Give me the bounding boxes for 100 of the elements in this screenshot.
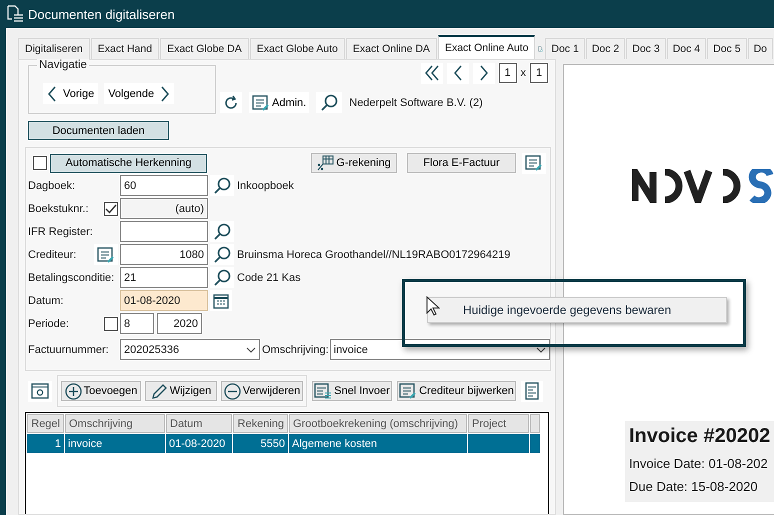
table-cell: invoice	[65, 434, 165, 453]
column-header: Grootboekrekening (omschrijving)	[289, 414, 467, 433]
tab[interactable]: Exact Online DA	[346, 38, 437, 59]
description-dropdown[interactable]: invoice	[330, 339, 550, 360]
minus-icon	[224, 382, 241, 400]
edit-creditor-button[interactable]	[94, 244, 118, 265]
column-header: Rekening	[233, 414, 288, 433]
table-cell: 01-08-2020	[166, 434, 232, 453]
tab[interactable]: Digitaliseren	[18, 38, 90, 59]
column-header	[530, 414, 540, 433]
document-tab[interactable]: Doc 5	[707, 38, 747, 59]
chevron-right-icon	[478, 65, 488, 81]
input-field[interactable]: (auto)	[120, 198, 208, 219]
table-row[interactable]: 1 invoice 01-08-2020 5550 Algemene kosten	[27, 434, 547, 453]
checkbox[interactable]	[33, 156, 47, 170]
toolbar-button[interactable]: Crediteur bijwerken	[397, 381, 516, 401]
document-tab[interactable]: Do	[748, 38, 773, 59]
checkbox[interactable]	[104, 202, 118, 216]
page-count-field[interactable]: 1	[530, 63, 548, 83]
next-page-button[interactable]	[472, 62, 494, 84]
document-tab[interactable]: Doc 3	[626, 38, 666, 59]
column-header: Regel	[27, 414, 64, 433]
field-label: Betalingsconditie:	[28, 272, 114, 284]
lookup-button[interactable]	[210, 267, 234, 288]
layout-button[interactable]	[521, 380, 543, 402]
tab[interactable]: Exact Online Auto	[438, 35, 536, 59]
toolbar-button[interactable]: Wijzigen	[145, 381, 217, 401]
calendar-button[interactable]	[210, 290, 232, 311]
admin-icon	[252, 94, 270, 110]
column-header: Project	[468, 414, 529, 433]
plus-icon	[64, 382, 82, 400]
tab[interactable]: Exact Globe Auto	[250, 38, 345, 59]
notes-button[interactable]	[522, 152, 546, 174]
form-icon	[314, 383, 332, 399]
chevron-left-icon	[47, 86, 57, 102]
pager-separator: x	[520, 67, 526, 79]
auto-recognition-button[interactable]: Automatische Herkenning	[50, 154, 207, 172]
ledger-account-button[interactable]: G-rekening	[311, 153, 397, 173]
document-tab[interactable]: Doc 1	[545, 38, 585, 59]
input-field[interactable]	[120, 221, 208, 242]
input-field[interactable]: 1080	[120, 244, 208, 265]
edit-list-icon	[399, 383, 418, 399]
company-name: Nederpelt Software B.V. (2)	[349, 96, 483, 108]
toolbar-button[interactable]: Toevoegen	[61, 381, 141, 401]
window-title: Documenten digitaliseren	[28, 6, 175, 22]
column-header: Datum	[166, 414, 232, 433]
invoice-detail: Invoice Date: 01-08-202	[629, 456, 769, 471]
next-button[interactable]: Volgende	[104, 83, 174, 104]
toolbar-button[interactable]: Verwijderen	[221, 381, 303, 401]
table-cell: 1	[27, 434, 64, 453]
settings-button[interactable]	[28, 380, 52, 402]
previous-button[interactable]: Vorige	[43, 83, 98, 104]
year-field[interactable]: 2020	[157, 313, 202, 334]
notes-icon	[525, 155, 543, 171]
search-button[interactable]	[316, 92, 342, 113]
input-field[interactable]: 60	[120, 175, 208, 196]
previous-page-button[interactable]	[446, 62, 468, 84]
chevron-left-icon	[452, 65, 462, 81]
checkbox[interactable]	[104, 316, 118, 330]
double-chevron-left-icon	[424, 65, 440, 81]
invoice-detail: Due Date: 15-08-2020	[629, 479, 759, 494]
lookup-button[interactable]	[210, 221, 234, 242]
field-label: Periode:	[28, 318, 69, 330]
lookup-button[interactable]	[210, 244, 234, 265]
page-field[interactable]: 1	[498, 63, 516, 83]
field-label: Omschrijving:	[262, 344, 329, 356]
toolbar-button[interactable]: Snel Invoer	[312, 381, 392, 401]
e-invoice-button[interactable]: Flora E-Factuur	[407, 153, 516, 173]
document-tab[interactable]: Doc 4	[666, 38, 706, 59]
refresh-button[interactable]	[220, 92, 242, 113]
field-label: Crediteur:	[28, 248, 76, 260]
lookup-button[interactable]	[210, 175, 234, 196]
column-header: Omschrijving	[65, 414, 165, 433]
invoice-number-dropdown[interactable]: 202025336	[120, 339, 260, 360]
field-label: Boekstuknr.:	[28, 202, 89, 214]
field-label: Factuurnummer:	[28, 344, 109, 356]
cursor-icon	[426, 296, 440, 316]
edit-list-icon	[97, 246, 115, 262]
refresh-icon	[223, 94, 239, 110]
menu-item[interactable]: Huidige ingevoerde gegevens bewaren	[427, 297, 727, 323]
document-list-icon	[6, 5, 24, 23]
chevron-right-icon	[160, 86, 170, 102]
invoice-title: Invoice #20202	[629, 425, 772, 448]
input-field[interactable]: 01-08-2020	[120, 290, 208, 311]
tab[interactable]: Exact Hand	[90, 38, 160, 59]
field-description: Inkoopboek	[237, 180, 294, 192]
table-cell: 5550	[233, 434, 288, 453]
pencil-icon	[150, 382, 168, 400]
admin-button[interactable]: Admin.	[249, 92, 310, 113]
input-field[interactable]: 21	[120, 267, 208, 288]
load-documents-button[interactable]: Documenten laden	[28, 121, 169, 140]
first-page-button[interactable]	[420, 62, 442, 84]
field-description: Bruinsma Horeca Groothandel//NL19RABO0172964219	[237, 248, 510, 260]
table-cell: Algemene kosten	[289, 434, 467, 453]
period-field[interactable]: 8	[120, 313, 154, 334]
field-label: Datum:	[28, 294, 64, 306]
tab[interactable]: Exact Globe DA	[160, 38, 249, 59]
group-title: Navigatie	[37, 59, 89, 71]
percent-table-icon	[317, 155, 334, 171]
document-tab[interactable]: Doc 2	[586, 38, 626, 59]
